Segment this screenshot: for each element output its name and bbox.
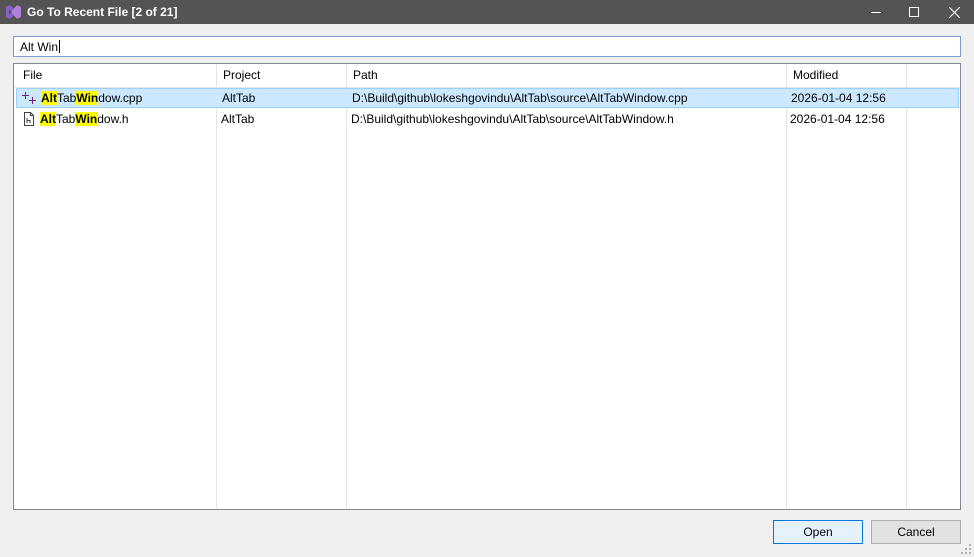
table-row[interactable]: AltTabWindow.h AltTab D:\Build\github\lo… — [16, 109, 959, 129]
column-divider[interactable] — [906, 64, 907, 509]
column-divider[interactable] — [216, 64, 217, 509]
window-title: Go To Recent File [2 of 21] — [27, 5, 178, 19]
file-name: AltTabWindow.cpp — [41, 91, 142, 105]
file-name-part: Win — [76, 91, 99, 105]
file-name-part: Alt — [41, 91, 57, 105]
column-header-file[interactable]: File — [14, 64, 217, 87]
column-divider[interactable] — [786, 64, 787, 509]
cancel-button[interactable]: Cancel — [871, 520, 961, 544]
modified-cell: 2026-01-04 12:56 — [791, 91, 886, 105]
column-header-modified[interactable]: Modified — [784, 64, 904, 87]
close-icon — [948, 6, 960, 18]
file-name-part: Alt — [40, 112, 56, 126]
table-row[interactable]: AltTabWindow.cpp AltTab D:\Build\github\… — [16, 88, 959, 108]
column-header-path[interactable]: Path — [344, 64, 784, 87]
maximize-icon — [909, 7, 919, 17]
close-button[interactable] — [934, 0, 974, 24]
search-input[interactable]: Alt Win — [13, 36, 961, 57]
column-header-project[interactable]: Project — [214, 64, 344, 87]
project-cell: AltTab — [221, 112, 255, 126]
minimize-icon — [871, 12, 881, 13]
file-name-part: Tab — [56, 112, 76, 126]
modified-cell: 2026-01-04 12:56 — [790, 112, 885, 126]
cpp-file-icon — [22, 92, 36, 104]
minimize-button[interactable] — [856, 0, 896, 24]
path-cell: D:\Build\github\lokeshgovindu\AltTab\sou… — [352, 91, 688, 105]
text-caret — [59, 40, 61, 53]
file-name-part: Win — [75, 112, 98, 126]
file-name-part: dow.cpp — [98, 91, 143, 105]
resize-grip-icon[interactable] — [960, 543, 972, 555]
column-divider[interactable] — [346, 64, 347, 509]
path-cell: D:\Build\github\lokeshgovindu\AltTab\sou… — [351, 112, 674, 126]
file-name-part: dow.h — [97, 112, 129, 126]
maximize-button[interactable] — [894, 0, 934, 24]
open-button[interactable]: Open — [773, 520, 863, 544]
file-name-part: Tab — [57, 91, 77, 105]
title-bar: Go To Recent File [2 of 21] — [0, 0, 974, 24]
project-cell: AltTab — [222, 91, 256, 105]
search-input-value: Alt Win — [20, 40, 59, 54]
file-name: AltTabWindow.h — [40, 112, 129, 126]
visual-studio-icon — [6, 5, 21, 19]
header-file-icon — [24, 112, 34, 126]
recent-files-list[interactable]: File Project Path Modified AltTabWindow.… — [13, 63, 961, 510]
